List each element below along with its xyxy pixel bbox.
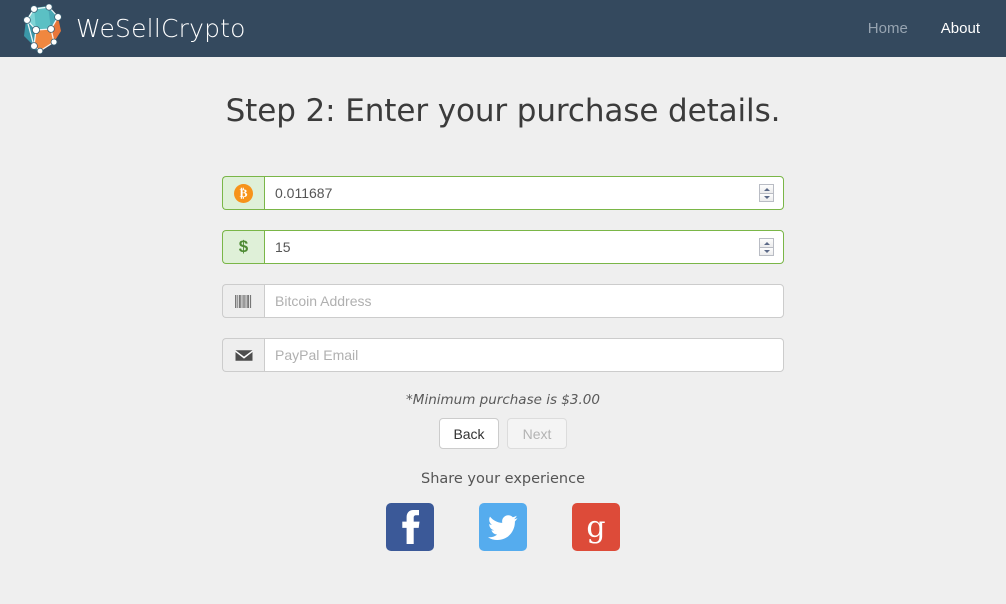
- paypal-email-input[interactable]: [264, 338, 784, 372]
- nav-links: Home About: [868, 20, 980, 37]
- bitcoin-addon: ₿: [222, 176, 264, 210]
- bitcoin-amount-group: ₿: [222, 176, 784, 210]
- twitter-share-button[interactable]: [479, 503, 527, 551]
- bitcoin-amount-input[interactable]: [264, 176, 784, 210]
- usd-amount-spinner[interactable]: [759, 238, 774, 256]
- facebook-icon: [402, 510, 420, 544]
- dollar-icon: $: [238, 237, 249, 256]
- bitcoin-icon: ₿: [234, 183, 253, 203]
- crystal-network-logo-icon: [23, 3, 62, 54]
- next-button[interactable]: Next: [507, 418, 567, 449]
- usd-amount-group: $: [222, 230, 784, 264]
- bitcoin-address-group: [222, 284, 784, 318]
- googleplus-share-button[interactable]: g: [572, 503, 620, 551]
- brand[interactable]: WeSellCrypto: [18, 3, 246, 54]
- bitcoin-address-input[interactable]: [264, 284, 784, 318]
- envelope-icon: [235, 349, 252, 361]
- share-heading: Share your experience: [420, 471, 586, 487]
- social-button-row: g: [222, 503, 784, 551]
- purchase-form: ₿ $: [222, 129, 784, 551]
- facebook-share-button[interactable]: [386, 503, 434, 551]
- spinner-up-button[interactable]: [759, 184, 774, 193]
- page-title: Step 2: Enter your purchase details.: [225, 93, 781, 129]
- nav-link-home[interactable]: Home: [868, 20, 908, 37]
- nav-link-about[interactable]: About: [941, 20, 980, 37]
- minimum-purchase-note: *Minimum purchase is $3.00: [406, 392, 600, 408]
- spinner-up-button[interactable]: [759, 238, 774, 247]
- paypal-email-group: [222, 338, 784, 372]
- envelope-addon: [222, 338, 264, 372]
- chevron-down-icon: [763, 196, 770, 199]
- svg-text:g: g: [586, 510, 605, 544]
- brand-name: WeSellCrypto: [76, 14, 246, 43]
- google-plus-icon: g: [586, 510, 605, 544]
- wizard-button-row: Back Next: [222, 418, 784, 449]
- twitter-icon: [488, 514, 518, 540]
- dollar-addon: $: [222, 230, 264, 264]
- back-button[interactable]: Back: [439, 418, 499, 449]
- top-navbar: WeSellCrypto Home About: [0, 0, 1006, 57]
- chevron-up-icon: [763, 187, 770, 191]
- spinner-down-button[interactable]: [759, 193, 774, 202]
- bitcoin-amount-spinner[interactable]: [759, 184, 774, 202]
- barcode-addon: [222, 284, 264, 318]
- usd-amount-input[interactable]: [264, 230, 784, 264]
- spinner-down-button[interactable]: [759, 247, 774, 256]
- chevron-down-icon: [763, 250, 770, 253]
- barcode-icon: [235, 294, 252, 308]
- chevron-up-icon: [763, 241, 770, 245]
